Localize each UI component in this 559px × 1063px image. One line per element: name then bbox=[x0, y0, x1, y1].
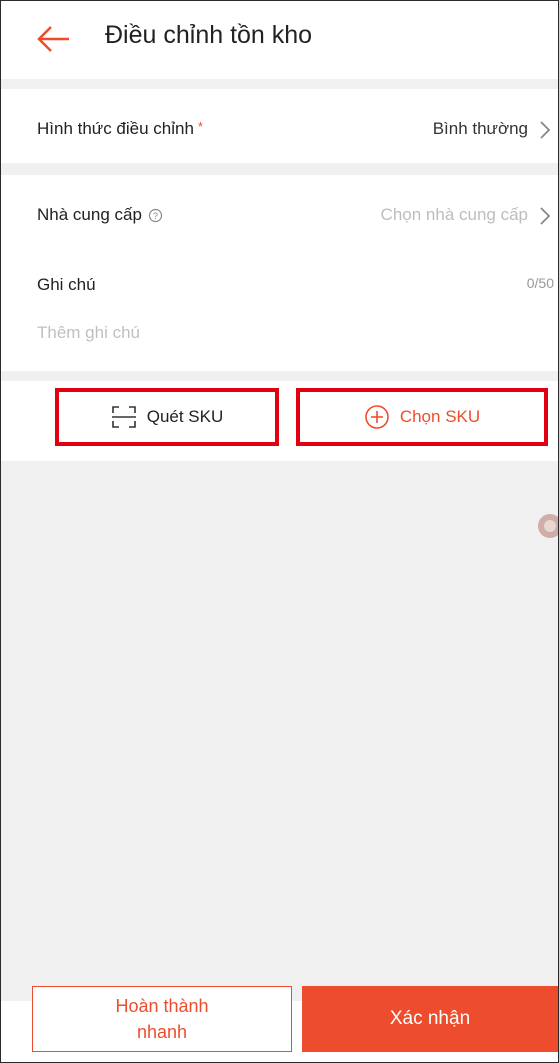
choose-sku-label: Chọn SKU bbox=[399, 407, 481, 426]
supplier-label-text: Nhà cung cấp bbox=[37, 205, 142, 224]
quick-complete-button[interactable]: Hoàn thành nhanh bbox=[32, 986, 292, 1052]
back-button[interactable] bbox=[35, 21, 75, 57]
supplier-placeholder: Chọn nhà cung cấp bbox=[380, 205, 528, 224]
note-label: Ghi chú bbox=[37, 275, 96, 294]
chevron-right-icon bbox=[540, 207, 551, 225]
svg-text:?: ? bbox=[153, 211, 158, 221]
arrow-left-icon bbox=[37, 26, 69, 52]
quick-complete-label: Hoàn thành nhanh bbox=[115, 996, 209, 1042]
adjust-type-label-text: Hình thức điều chỉnh bbox=[37, 119, 194, 138]
adjust-type-value: Bình thường bbox=[432, 119, 528, 138]
choose-sku-button[interactable]: Chọn SKU bbox=[296, 388, 548, 446]
section-divider bbox=[1, 163, 558, 175]
scan-icon bbox=[111, 406, 136, 428]
info-icon[interactable]: ? bbox=[148, 208, 163, 223]
confirm-label: Xác nhận bbox=[389, 1008, 471, 1029]
note-input[interactable] bbox=[37, 319, 517, 347]
chevron-right-icon bbox=[540, 121, 551, 139]
sku-list-area bbox=[1, 461, 558, 1001]
scan-sku-button[interactable]: Quét SKU bbox=[55, 388, 279, 446]
adjust-type-label: Hình thức điều chỉnh * bbox=[37, 119, 203, 139]
sku-action-bar: Quét SKU Chọn SKU bbox=[1, 381, 558, 461]
scan-sku-label: Quét SKU bbox=[146, 407, 224, 426]
supplier-label: Nhà cung cấp ? bbox=[37, 205, 163, 225]
choose-sku-inner: Chọn SKU bbox=[300, 392, 544, 442]
note-char-count: 0/50 bbox=[526, 275, 554, 291]
header-bar: Điều chỉnh tồn kho bbox=[1, 1, 558, 79]
section-divider bbox=[1, 79, 558, 89]
app-frame: Điều chỉnh tồn kho Hình thức điều chỉnh *… bbox=[0, 0, 559, 1063]
section-divider bbox=[1, 371, 558, 381]
required-mark: * bbox=[197, 119, 203, 134]
floating-assist-icon[interactable] bbox=[538, 514, 558, 538]
note-section bbox=[1, 255, 558, 371]
add-circle-icon bbox=[365, 405, 389, 429]
adjust-type-row[interactable]: Hình thức điều chỉnh * Bình thường bbox=[1, 89, 558, 163]
page-title: Điều chỉnh tồn kho bbox=[105, 21, 313, 49]
supplier-row[interactable]: Nhà cung cấp ? Chọn nhà cung cấp bbox=[1, 175, 558, 255]
confirm-button[interactable]: Xác nhận bbox=[302, 986, 558, 1052]
scan-sku-inner: Quét SKU bbox=[59, 392, 275, 442]
